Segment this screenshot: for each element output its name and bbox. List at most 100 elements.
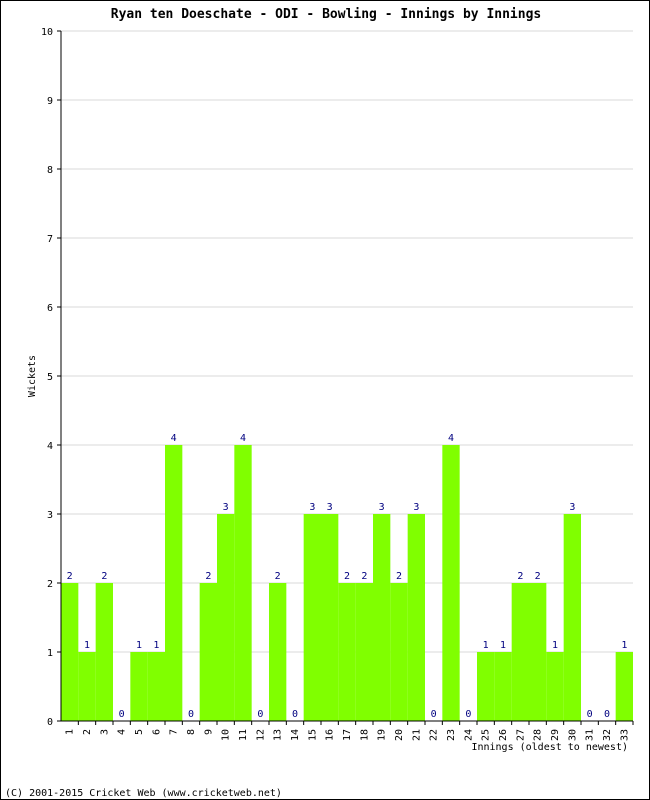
- x-tick-label: 5: [134, 729, 145, 735]
- x-tick-label: 1: [65, 729, 76, 735]
- x-tick-label: 20: [394, 729, 405, 741]
- data-label: 2: [361, 571, 367, 582]
- x-tick-label: 2: [82, 729, 93, 735]
- x-tick-label: 28: [533, 729, 544, 741]
- data-label: 1: [483, 640, 489, 651]
- bar: [95, 583, 113, 721]
- bar: [355, 583, 373, 721]
- x-tick-label: 23: [446, 729, 457, 741]
- data-label: 2: [344, 571, 350, 582]
- y-tick-label: 9: [47, 96, 53, 107]
- x-tick-label: 33: [619, 729, 630, 741]
- bar-chart: Ryan ten Doeschate - ODI - Bowling - Inn…: [5, 7, 634, 799]
- bar: [442, 445, 460, 721]
- bar: [546, 652, 564, 721]
- data-label: 2: [205, 571, 211, 582]
- x-tick-label: 12: [255, 729, 266, 741]
- x-tick-label: 29: [550, 729, 561, 741]
- y-tick-label: 10: [41, 27, 53, 38]
- x-tick-label: 17: [342, 729, 353, 741]
- x-tick-label: 19: [377, 729, 388, 741]
- data-label: 4: [240, 433, 246, 444]
- y-tick-label: 4: [47, 441, 53, 452]
- y-tick-label: 7: [47, 234, 53, 245]
- data-label: 3: [569, 502, 575, 513]
- x-tick-label: 11: [238, 729, 249, 741]
- y-tick-label: 3: [47, 510, 53, 521]
- bar: [390, 583, 408, 721]
- x-tick-label: 13: [273, 729, 284, 741]
- bar: [61, 583, 79, 721]
- data-label: 4: [171, 433, 177, 444]
- x-axis-label: Innings (oldest to newest): [471, 742, 628, 753]
- x-tick-label: 7: [169, 729, 180, 735]
- data-label: 0: [587, 709, 593, 720]
- data-label: 0: [465, 709, 471, 720]
- y-tick-label: 1: [47, 648, 53, 659]
- data-label: 3: [413, 502, 419, 513]
- chart-container: Ryan ten Doeschate - ODI - Bowling - Inn…: [0, 0, 650, 800]
- bar: [511, 583, 529, 721]
- x-tick-label: 31: [585, 729, 596, 741]
- data-label: 0: [257, 709, 263, 720]
- data-label: 1: [500, 640, 506, 651]
- bar: [615, 652, 633, 721]
- data-label: 0: [292, 709, 298, 720]
- bar: [321, 514, 339, 721]
- bar: [269, 583, 287, 721]
- bar: [130, 652, 148, 721]
- x-tick-label: 26: [498, 729, 509, 741]
- bar: [303, 514, 321, 721]
- data-label: 0: [431, 709, 437, 720]
- data-label: 1: [136, 640, 142, 651]
- x-tick-label: 4: [117, 729, 128, 735]
- x-tick-label: 8: [186, 729, 197, 735]
- bar: [407, 514, 425, 721]
- x-tick-label: 24: [463, 729, 474, 741]
- y-tick-label: 0: [47, 717, 53, 728]
- data-label: 2: [67, 571, 73, 582]
- bar: [165, 445, 183, 721]
- x-tick-label: 9: [203, 729, 214, 735]
- data-label: 1: [552, 640, 558, 651]
- data-label: 4: [448, 433, 454, 444]
- data-label: 2: [517, 571, 523, 582]
- y-tick-label: 6: [47, 303, 53, 314]
- x-tick-label: 21: [411, 729, 422, 741]
- y-tick-label: 5: [47, 372, 53, 383]
- bar: [199, 583, 217, 721]
- bar: [234, 445, 252, 721]
- bar: [373, 514, 391, 721]
- x-tick-label: 10: [221, 729, 232, 741]
- x-tick-label: 6: [151, 729, 162, 735]
- bar: [563, 514, 581, 721]
- bar: [78, 652, 96, 721]
- x-tick-label: 18: [359, 729, 370, 741]
- x-tick-label: 32: [602, 729, 613, 741]
- bar: [338, 583, 356, 721]
- data-label: 3: [223, 502, 229, 513]
- x-tick-label: 14: [290, 729, 301, 741]
- bar: [494, 652, 512, 721]
- chart-title: Ryan ten Doeschate - ODI - Bowling - Inn…: [111, 7, 541, 22]
- data-label: 2: [101, 571, 107, 582]
- bar: [217, 514, 235, 721]
- y-axis-label: Wickets: [27, 355, 38, 397]
- data-label: 1: [153, 640, 159, 651]
- x-tick-label: 3: [99, 729, 110, 735]
- bar: [529, 583, 547, 721]
- x-tick-label: 16: [325, 729, 336, 741]
- data-label: 0: [188, 709, 194, 720]
- data-label: 3: [379, 502, 385, 513]
- data-label: 2: [275, 571, 281, 582]
- x-tick-label: 25: [481, 729, 492, 741]
- data-label: 3: [327, 502, 333, 513]
- bar: [147, 652, 165, 721]
- data-label: 3: [309, 502, 315, 513]
- y-tick-label: 2: [47, 579, 53, 590]
- bar: [477, 652, 495, 721]
- data-label: 1: [621, 640, 627, 651]
- data-label: 2: [535, 571, 541, 582]
- x-tick-label: 30: [567, 729, 578, 741]
- data-label: 2: [396, 571, 402, 582]
